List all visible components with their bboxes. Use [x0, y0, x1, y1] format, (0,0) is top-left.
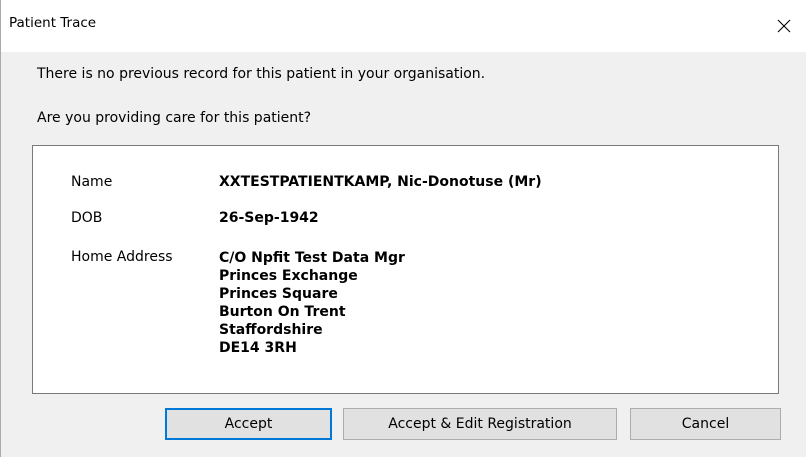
home-address-value: C/O Npfit Test Data Mgr Princes Exchange…: [219, 249, 405, 357]
address-line: Princes Square: [219, 286, 338, 302]
dob-value: 26-Sep-1942: [219, 210, 319, 226]
title-bar: Patient Trace: [1, 0, 806, 52]
patient-details-panel: Name XXTESTPATIENTKAMP, Nic-Donotuse (Mr…: [32, 145, 779, 394]
close-button[interactable]: [761, 0, 806, 52]
patient-trace-dialog: Patient Trace There is no previous recor…: [0, 0, 806, 457]
address-line: Staffordshire: [219, 322, 323, 338]
address-line: DE14 3RH: [219, 340, 297, 356]
address-line: Princes Exchange: [219, 268, 358, 284]
close-icon: [777, 19, 791, 33]
name-label: Name: [71, 174, 113, 190]
cancel-button[interactable]: Cancel: [630, 408, 781, 440]
accept-button[interactable]: Accept: [165, 408, 332, 440]
address-line: Burton On Trent: [219, 304, 346, 320]
care-question: Are you providing care for this patient?: [37, 110, 312, 126]
name-value: XXTESTPATIENTKAMP, Nic-Donotuse (Mr): [219, 174, 542, 190]
address-line: C/O Npfit Test Data Mgr: [219, 250, 405, 266]
accept-edit-registration-button[interactable]: Accept & Edit Registration: [343, 408, 617, 440]
window-title: Patient Trace: [9, 15, 97, 31]
no-record-message: There is no previous record for this pat…: [37, 66, 486, 82]
dob-label: DOB: [71, 210, 103, 226]
home-address-label: Home Address: [71, 249, 173, 265]
